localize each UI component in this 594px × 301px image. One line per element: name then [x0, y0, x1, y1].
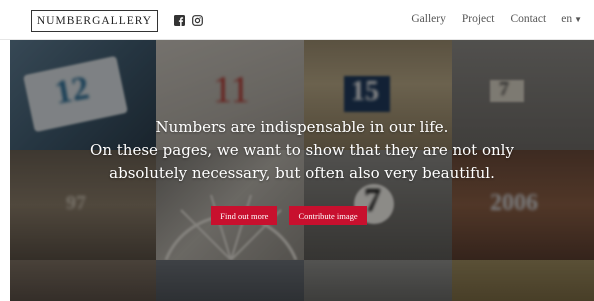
contribute-image-button[interactable]: Contribute image: [289, 206, 367, 225]
language-label: en: [561, 13, 573, 25]
chevron-down-icon: ▼: [574, 14, 582, 24]
site-header: NUMBERGALLERY Gallery Project Contact en…: [0, 0, 594, 40]
instagram-icon[interactable]: [192, 15, 203, 26]
nav-contact[interactable]: Contact: [510, 13, 546, 25]
hero-tagline: Numbers are indispensable in our life. O…: [10, 116, 594, 185]
hero-line-3: absolutely necessary, but often also ver…: [109, 164, 495, 182]
social-links: [174, 15, 203, 26]
main-nav: Gallery Project Contact en ▼: [395, 13, 582, 25]
nav-gallery[interactable]: Gallery: [411, 13, 445, 25]
hero-section: 12 11 15 7 97 7 2006 Numbers are indispe…: [10, 40, 594, 301]
facebook-icon[interactable]: [174, 15, 185, 26]
site-logo[interactable]: NUMBERGALLERY: [31, 10, 158, 32]
find-out-more-button[interactable]: Find out more: [211, 206, 278, 225]
nav-project[interactable]: Project: [462, 13, 495, 25]
hero-line-2: On these pages, we want to show that the…: [90, 141, 514, 159]
hero-line-1: Numbers are indispensable in our life.: [155, 118, 449, 136]
language-selector[interactable]: en ▼: [561, 13, 582, 25]
hero-buttons: Find out more Contribute image: [10, 206, 594, 225]
